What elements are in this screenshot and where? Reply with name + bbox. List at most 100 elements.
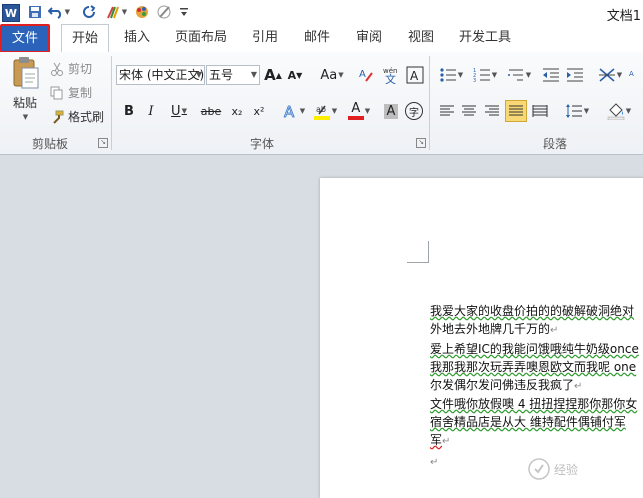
- distributed-align-icon[interactable]: [529, 100, 551, 122]
- line-spacing-button[interactable]: ▼: [562, 100, 592, 122]
- paragraph-mark-icon: ↵: [550, 325, 559, 336]
- word-app-icon[interactable]: W: [2, 4, 20, 22]
- paragraph-mark-icon: ↵: [574, 381, 583, 392]
- strikethrough-button[interactable]: abe: [198, 100, 224, 122]
- justify-icon[interactable]: [505, 100, 527, 122]
- clipboard-dialog-launcher-icon[interactable]: ↘: [98, 138, 108, 148]
- tab-developer[interactable]: 开发工具: [452, 24, 518, 52]
- character-border-icon[interactable]: A: [404, 64, 426, 86]
- ribbon: 粘贴 ▼ 剪切 复制 格式刷 剪贴板 ↘ 宋体 (中文正文) ▼ 五号 ▼ A ▲…: [0, 52, 643, 155]
- shading-button[interactable]: ▼: [604, 100, 634, 122]
- paste-label: 粘贴: [12, 96, 37, 110]
- align-left-icon[interactable]: [436, 100, 458, 122]
- document-line[interactable]: 宿舍精品店是从大 维持配件偶铺付军: [430, 413, 626, 431]
- document-line[interactable]: 文件哦你放假噢 4 扭扭捏捏那你那你女: [430, 395, 637, 413]
- svg-text:A: A: [284, 103, 295, 120]
- grow-font-button[interactable]: A ▲: [262, 64, 284, 86]
- align-right-icon[interactable]: [481, 100, 503, 122]
- redo-icon[interactable]: [80, 3, 98, 20]
- increase-indent-icon[interactable]: [564, 64, 586, 86]
- font-dialog-launcher-icon[interactable]: ↘: [416, 138, 426, 148]
- bullets-button[interactable]: ▼: [436, 64, 466, 86]
- align-center-icon[interactable]: [458, 100, 480, 122]
- paste-button[interactable]: 粘贴 ▼: [8, 56, 42, 130]
- document-line[interactable]: 外地去外地牌几千万的↵: [430, 320, 558, 338]
- window-title: 文档1: [606, 9, 641, 24]
- bold-button[interactable]: B: [118, 100, 140, 122]
- tab-home[interactable]: 开始: [61, 24, 109, 53]
- decrease-indent-icon[interactable]: [540, 64, 562, 86]
- character-shading-label: A: [383, 103, 399, 119]
- phonetic-guide-icon[interactable]: wén 文: [380, 64, 402, 86]
- copy-button[interactable]: 复制: [50, 84, 92, 101]
- sort-icon[interactable]: A: [628, 64, 643, 86]
- chinese-layout-icon: [598, 68, 615, 82]
- brush-icon[interactable]: ▼: [104, 3, 128, 20]
- tab-file[interactable]: 文件: [0, 24, 50, 53]
- watermark-logo: 经验: [528, 457, 643, 481]
- bold-label: B: [124, 103, 134, 119]
- subscript-label: x₂: [231, 104, 243, 118]
- save-icon[interactable]: [26, 3, 44, 20]
- svg-text:文: 文: [385, 72, 396, 84]
- font-color-swatch: [347, 116, 364, 120]
- document-line[interactable]: 军↵: [430, 431, 450, 449]
- format-painter-icon: [50, 110, 64, 124]
- change-case-button[interactable]: Aa ▼: [318, 64, 346, 86]
- shrink-font-label: A: [287, 68, 297, 82]
- multilevel-list-button[interactable]: ▼: [504, 64, 534, 86]
- document-line[interactable]: 尔发偶尔发问佛违反我疯了↵: [430, 376, 582, 394]
- enclose-characters-button[interactable]: 字: [403, 100, 425, 122]
- paste-dropdown-icon[interactable]: ▼: [23, 113, 28, 121]
- shrink-font-button[interactable]: A ▼: [284, 64, 306, 86]
- clipboard-group-label: 剪贴板: [31, 137, 68, 151]
- superscript-button[interactable]: x²: [248, 100, 270, 122]
- superscript-label: x²: [253, 104, 265, 118]
- paragraph-group-label: 段落: [542, 137, 567, 151]
- highlight-color-button[interactable]: ab ▼: [310, 100, 340, 122]
- text-effects-button[interactable]: A ▼: [280, 100, 308, 122]
- numbered-list-icon: 123: [473, 68, 490, 83]
- title-bar: W ▼ ▼ 文档1: [0, 0, 643, 24]
- font-color-button[interactable]: A ▼: [344, 100, 374, 122]
- document-line[interactable]: 我那我那次玩弄弄噢恩欧文而我呢 one: [430, 358, 636, 376]
- font-size-combo[interactable]: 五号 ▼: [206, 65, 260, 85]
- paragraph-mark-icon: ↵: [430, 457, 439, 468]
- color-palette-icon[interactable]: [134, 3, 150, 20]
- copy-label: 复制: [68, 86, 93, 100]
- cut-button[interactable]: 剪切: [50, 60, 92, 77]
- tab-references[interactable]: 引用: [244, 24, 286, 52]
- chinese-layout-button[interactable]: ▼: [596, 64, 624, 86]
- watermark-icon: [528, 458, 550, 480]
- tab-page-layout[interactable]: 页面布局: [170, 24, 232, 52]
- font-name-combo[interactable]: 宋体 (中文正文) ▼: [116, 65, 205, 85]
- tab-view[interactable]: 视图: [400, 24, 442, 52]
- empty-paragraph[interactable]: ↵: [430, 452, 438, 470]
- font-size-dropdown-icon[interactable]: ▼: [251, 66, 257, 84]
- format-painter-label: 格式刷: [68, 110, 105, 124]
- svg-text:A: A: [359, 69, 366, 80]
- undo-icon[interactable]: ▼: [48, 3, 70, 20]
- change-case-label: Aa: [320, 67, 338, 83]
- font-color-label: A: [351, 101, 361, 116]
- tab-review[interactable]: 审阅: [348, 24, 390, 52]
- tab-insert[interactable]: 插入: [116, 24, 158, 52]
- underline-button[interactable]: U ▼: [164, 100, 194, 122]
- underline-label: U: [171, 103, 181, 119]
- italic-button[interactable]: I: [140, 100, 162, 122]
- font-group-label: 字体: [249, 137, 274, 151]
- page-margin-corner-mark: [407, 262, 429, 263]
- format-painter-button[interactable]: 格式刷: [50, 108, 104, 125]
- numbering-button[interactable]: 1 2 3 ▼: [470, 64, 500, 86]
- font-name-dropdown-icon[interactable]: ▼: [196, 66, 202, 84]
- pen-icon[interactable]: [155, 3, 173, 20]
- cut-label: 剪切: [68, 62, 93, 76]
- document-line[interactable]: 我爱大家的收盘价拍的的破解破洞绝对: [430, 302, 634, 320]
- clear-formatting-icon[interactable]: A: [356, 64, 378, 86]
- line-spacing-icon: [565, 104, 582, 118]
- tab-mailings[interactable]: 邮件: [296, 24, 338, 52]
- document-line[interactable]: 爱上希望IC的我能问饿哦纯牛奶级once: [430, 340, 639, 358]
- subscript-button[interactable]: x₂: [226, 100, 248, 122]
- character-shading-button[interactable]: A: [380, 100, 402, 122]
- customize-toolbar-icon[interactable]: [178, 3, 190, 20]
